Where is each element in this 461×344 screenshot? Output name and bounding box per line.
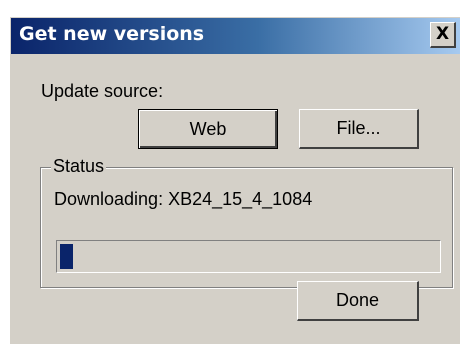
done-button[interactable]: Done — [297, 281, 419, 321]
download-progress-bar — [56, 240, 441, 273]
progress-track — [60, 244, 437, 269]
status-group-legend: Status — [51, 156, 107, 177]
update-source-label: Update source: — [41, 81, 164, 101]
dialog-window: Get new versions X Update source: Web Fi… — [10, 17, 460, 344]
file-button[interactable]: File... — [299, 109, 419, 149]
window-title: Get new versions — [19, 23, 205, 45]
done-button-label: Done — [335, 290, 380, 310]
title-bar[interactable]: Get new versions X — [11, 18, 460, 54]
file-button-label: File... — [336, 118, 381, 138]
web-button[interactable]: Web — [138, 109, 278, 149]
close-button[interactable]: X — [430, 22, 456, 48]
web-button-label: Web — [189, 118, 227, 139]
status-group: Status Downloading: XB24_15_4_1084 — [40, 156, 453, 288]
progress-fill — [60, 244, 74, 269]
status-message: Downloading: XB24_15_4_1084 — [54, 189, 313, 209]
close-icon: X — [435, 23, 450, 44]
